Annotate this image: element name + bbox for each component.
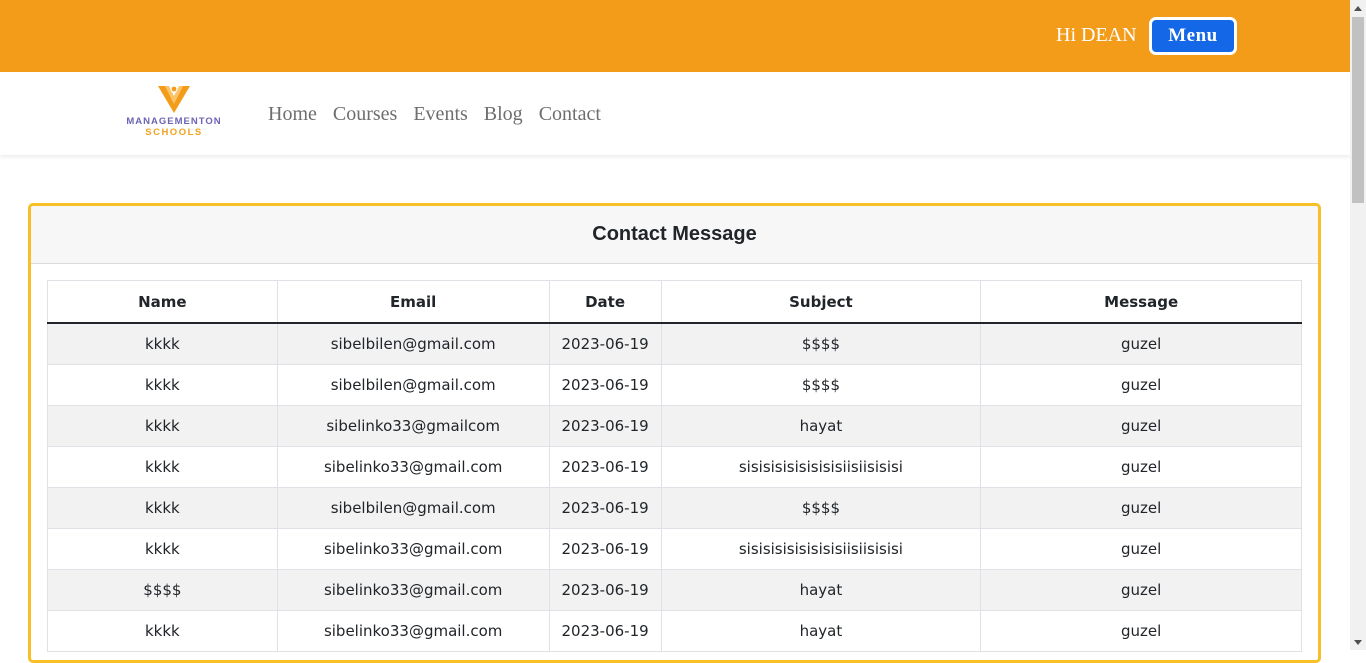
cell-date: 2023-06-19: [548, 610, 662, 652]
cell-subject: $$$$: [660, 322, 982, 365]
card-title: Contact Message: [31, 206, 1318, 264]
cell-message: guzel: [980, 569, 1302, 611]
cell-message: guzel: [980, 610, 1302, 652]
nav-contact[interactable]: Contact: [539, 103, 601, 126]
table-row: kkkk sibelbilen@gmail.com 2023-06-19 $$$$ gu…: [47, 487, 1302, 529]
table-header-row: Name Email Date Subject Message: [47, 280, 1302, 324]
logo-text-primary: MANAGEMENTON: [126, 116, 222, 127]
cell-date: 2023-06-19: [548, 405, 662, 447]
cell-message: guzel: [980, 528, 1302, 570]
table-row: kkkk sibelinko33@gmail.com 2023-06-19 sisis…: [47, 528, 1302, 570]
column-header-subject: Subject: [660, 280, 982, 324]
table-row: kkkk sibelinko33@gmailcom 2023-06-19 hayat g…: [47, 405, 1302, 447]
cell-date: 2023-06-19: [548, 446, 662, 488]
cell-subject: hayat: [660, 569, 982, 611]
nav-home[interactable]: Home: [268, 103, 317, 126]
menu-button[interactable]: Menu: [1149, 17, 1237, 55]
table-row: kkkk sibelbilen@gmail.com 2023-06-19 $$$$ gu…: [47, 364, 1302, 406]
cell-message: guzel: [980, 364, 1302, 406]
table-row: kkkk sibelbilen@gmail.com 2023-06-19 $$$$ gu…: [47, 322, 1302, 365]
user-greeting: Hi DEAN: [1056, 24, 1137, 46]
table-row: kkkk sibelinko33@gmail.com 2023-06-19 hayat…: [47, 610, 1302, 652]
cell-message: guzel: [980, 446, 1302, 488]
scrollbar-thumb[interactable]: [1352, 17, 1364, 203]
cell-message: guzel: [980, 405, 1302, 447]
messages-table: Name Email Date Subject Message kkkk sibe…: [47, 280, 1302, 652]
cell-name: $$$$: [47, 569, 278, 611]
top-bar: Hi DEAN Menu: [0, 0, 1350, 72]
logo[interactable]: MANAGEMENTON SCHOOLS: [118, 82, 230, 142]
column-header-date: Date: [548, 280, 662, 324]
column-header-message: Message: [980, 280, 1302, 324]
v-graduate-icon: [158, 85, 190, 113]
vertical-scrollbar[interactable]: [1350, 0, 1366, 650]
cell-name: kkkk: [47, 446, 278, 488]
cell-email: sibelinko33@gmail.com: [276, 569, 550, 611]
main-nav: Home Courses Events Blog Contact: [268, 103, 617, 126]
scroll-down-arrow-icon[interactable]: [1350, 634, 1366, 650]
cell-email: sibelbilen@gmail.com: [276, 322, 550, 365]
cell-date: 2023-06-19: [548, 322, 662, 365]
nav-blog[interactable]: Blog: [484, 103, 523, 126]
cell-email: sibelinko33@gmail.com: [276, 446, 550, 488]
cell-subject: hayat: [660, 610, 982, 652]
column-header-name: Name: [47, 280, 278, 324]
cell-email: sibelbilen@gmail.com: [276, 487, 550, 529]
table-body: kkkk sibelbilen@gmail.com 2023-06-19 $$$$ gu…: [47, 322, 1302, 652]
cell-date: 2023-06-19: [548, 364, 662, 406]
cell-name: kkkk: [47, 487, 278, 529]
logo-text-secondary: SCHOOLS: [145, 127, 203, 138]
cell-email: sibelinko33@gmail.com: [276, 610, 550, 652]
nav-events[interactable]: Events: [413, 103, 467, 126]
column-header-email: Email: [276, 280, 550, 324]
cell-subject: $$$$: [660, 487, 982, 529]
nav-courses[interactable]: Courses: [333, 103, 397, 126]
cell-name: kkkk: [47, 322, 278, 365]
scroll-up-arrow-icon[interactable]: [1350, 0, 1366, 16]
contact-message-card: Contact Message Name Email Date Subject …: [28, 203, 1321, 663]
cell-date: 2023-06-19: [548, 569, 662, 611]
cell-message: guzel: [980, 487, 1302, 529]
cell-subject: sisisisisisisisisiisiisisisi: [660, 528, 982, 570]
cell-email: sibelbilen@gmail.com: [276, 364, 550, 406]
cell-email: sibelinko33@gmailcom: [276, 405, 550, 447]
cell-name: kkkk: [47, 364, 278, 406]
cell-subject: sisisisisisisisisiisiisisisi: [660, 446, 982, 488]
cell-name: kkkk: [47, 405, 278, 447]
cell-subject: hayat: [660, 405, 982, 447]
cell-name: kkkk: [47, 610, 278, 652]
cell-subject: $$$$: [660, 364, 982, 406]
table-row: $$$$ sibelinko33@gmail.com 2023-06-19 hayat…: [47, 569, 1302, 611]
table-row: kkkk sibelinko33@gmail.com 2023-06-19 sisis…: [47, 446, 1302, 488]
cell-email: sibelinko33@gmail.com: [276, 528, 550, 570]
cell-message: guzel: [980, 322, 1302, 365]
cell-name: kkkk: [47, 528, 278, 570]
cell-date: 2023-06-19: [548, 487, 662, 529]
cell-date: 2023-06-19: [548, 528, 662, 570]
